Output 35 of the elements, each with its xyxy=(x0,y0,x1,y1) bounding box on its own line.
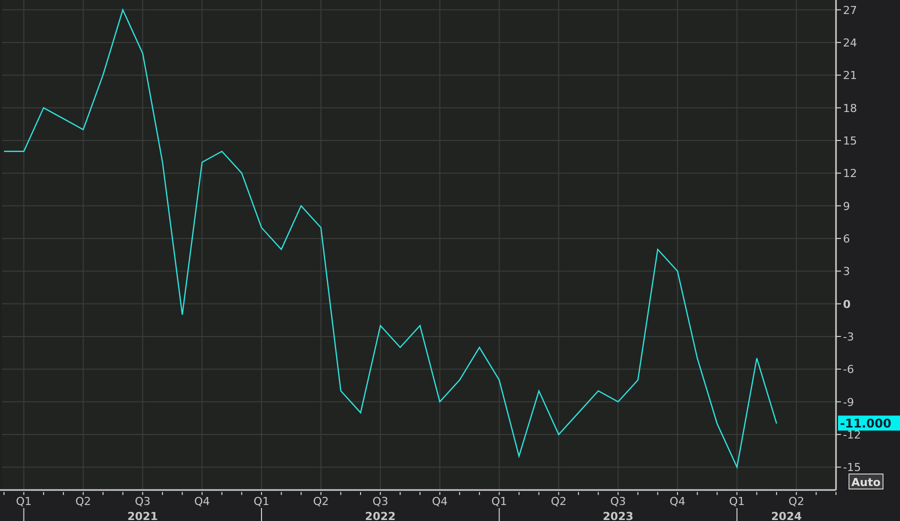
y-tick-label: -15 xyxy=(843,461,861,474)
x-tick-label: Q3 xyxy=(134,495,150,508)
x-tick-label: Q1 xyxy=(729,495,745,508)
x-tick-label: Q2 xyxy=(313,495,329,508)
y-tick-label: 12 xyxy=(843,167,857,180)
year-label: 2024 xyxy=(771,510,802,521)
x-tick-label: Q4 xyxy=(670,495,686,508)
x-tick-label: Q1 xyxy=(491,495,508,508)
y-tick-label: 0 xyxy=(843,298,851,311)
auto-button[interactable]: Auto xyxy=(848,474,884,490)
x-tick-label: Q1 xyxy=(254,495,270,508)
y-tick-label: -9 xyxy=(843,396,854,409)
y-tick-label: 18 xyxy=(843,102,857,115)
x-tick-label: Q3 xyxy=(372,495,388,508)
x-tick-label: Q1 xyxy=(16,495,32,508)
y-tick-label: 3 xyxy=(843,265,850,278)
year-label: 2021 xyxy=(127,510,158,521)
year-label: 2023 xyxy=(602,510,634,521)
y-tick-label: -3 xyxy=(843,330,854,344)
x-tick-label: Q2 xyxy=(788,495,804,508)
x-tick-label: Q3 xyxy=(610,495,626,508)
year-label: 2022 xyxy=(365,510,396,521)
y-tick-label: 24 xyxy=(843,36,857,50)
y-tick-label: 9 xyxy=(843,200,850,213)
y-tick-label: 6 xyxy=(843,232,850,246)
y-tick-label: 21 xyxy=(843,69,857,82)
last-value-label: -11.000 xyxy=(838,416,900,431)
x-tick-label: Q4 xyxy=(194,495,210,508)
y-tick-label: -12 xyxy=(843,428,861,442)
x-tick-label: Q2 xyxy=(550,495,566,508)
y-tick-label: 15 xyxy=(843,134,857,148)
x-tick-label: Q2 xyxy=(75,495,92,508)
y-tick-label: 27 xyxy=(843,4,857,17)
y-tick-label: -6 xyxy=(843,363,854,376)
x-tick-label: Q4 xyxy=(432,495,448,508)
